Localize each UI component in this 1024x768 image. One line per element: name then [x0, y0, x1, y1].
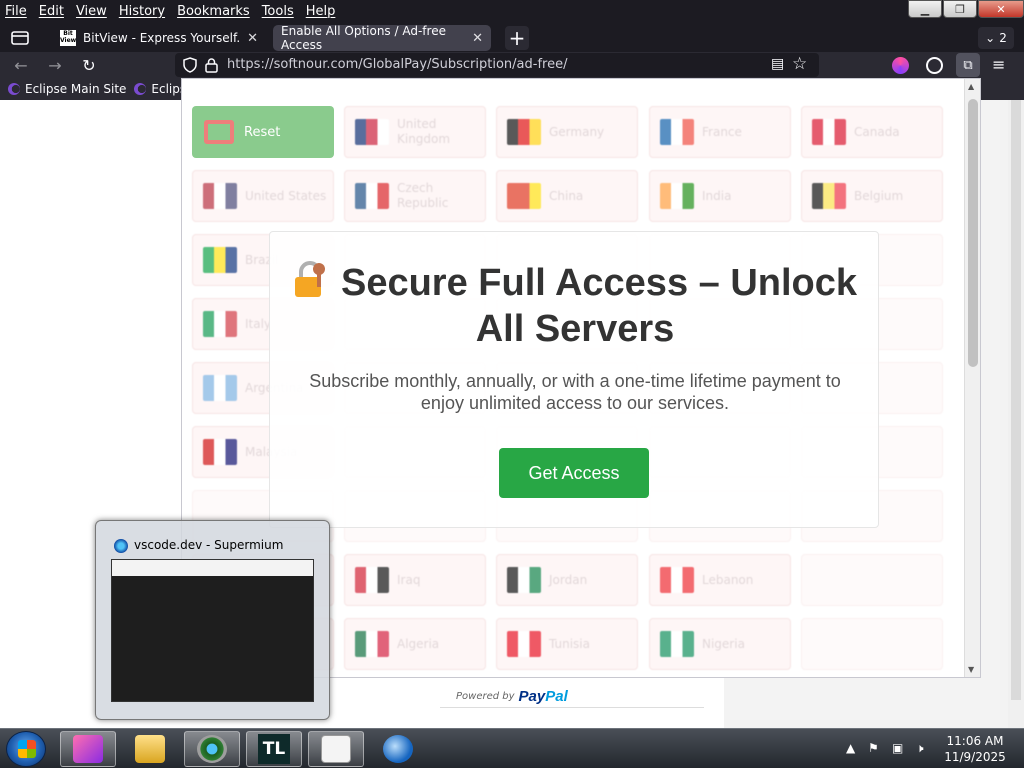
taskbar: TL ▲ ⚑ ▣ 🕨 11:06 AM 11/9/2025: [0, 728, 1024, 768]
menu-view[interactable]: View: [70, 4, 113, 19]
taskbar-chromium[interactable]: [184, 731, 240, 767]
bitview-favicon: Bit View: [60, 30, 77, 46]
purple-app-icon: [73, 735, 103, 763]
page-divider: [440, 707, 704, 708]
scroll-down-icon[interactable]: ▼: [968, 665, 974, 674]
lock-icon: [205, 58, 218, 73]
tab-overflow-button[interactable]: ⌄ 2: [978, 27, 1014, 49]
app-menu-icon[interactable]: ≡: [992, 55, 1005, 74]
tab-count: 2: [999, 31, 1007, 45]
tab-bar: Bit View BitView - Express Yourself. ✕ E…: [0, 22, 1024, 52]
taskbar-java[interactable]: [308, 731, 364, 767]
preview-title: vscode.dev - Supermium: [134, 538, 284, 552]
folder-icon: [135, 735, 165, 763]
powered-by-paypal: Powered by PayPal: [456, 688, 568, 705]
eclipse-icon: [8, 83, 20, 95]
show-hidden-icons-icon[interactable]: ▲: [846, 741, 860, 755]
menu-file[interactable]: File: [0, 4, 33, 19]
window-controls: ▁ ❐ ✕: [907, 0, 1024, 20]
navigation-toolbar: ← → ↻ https://softnour.com/GlobalPay/Sub…: [0, 52, 1024, 78]
account-icon[interactable]: [926, 57, 943, 74]
tab-title: Enable All Options / Ad-free Access: [281, 24, 446, 52]
system-tray: ▲ ⚑ ▣ 🕨 11:06 AM 11/9/2025: [840, 729, 1024, 768]
bookmark-eclipse-main[interactable]: Eclipse Main Site: [4, 82, 130, 96]
tab-list-icon: [11, 31, 29, 45]
arrow-right-icon: →: [48, 55, 62, 75]
eclipse-icon: [134, 83, 147, 95]
menu-bookmarks[interactable]: Bookmarks: [171, 4, 256, 19]
taskbar-browser[interactable]: [370, 731, 426, 767]
modal-title: Secure Full Access – Unlock All Servers: [270, 260, 880, 352]
tab-title: BitView - Express Yourself.: [83, 31, 241, 45]
supermium-icon: [114, 539, 128, 553]
maximize-button[interactable]: ❐: [943, 0, 977, 18]
menu-bar: File Edit View History Bookmarks Tools H…: [0, 0, 1024, 22]
url-text: https://softnour.com/GlobalPay/Subscript…: [227, 57, 568, 72]
popup-scrollbar[interactable]: ▲ ▼: [964, 79, 980, 677]
page-scroll-thumb[interactable]: [1011, 100, 1021, 700]
modal-subtitle: Subscribe monthly, annually, or with a o…: [309, 371, 841, 413]
shield-icon: [183, 57, 197, 73]
chromium-icon: [197, 735, 227, 763]
get-access-button[interactable]: Get Access: [499, 448, 649, 498]
volume-muted-icon[interactable]: 🕨: [916, 741, 930, 755]
tab-bitview[interactable]: Bit View BitView - Express Yourself. ✕: [52, 25, 266, 51]
close-tab-icon[interactable]: ✕: [472, 31, 483, 46]
tl-app-icon: TL: [258, 734, 290, 764]
reload-button[interactable]: ↻: [78, 54, 100, 76]
address-bar[interactable]: https://softnour.com/GlobalPay/Subscript…: [175, 53, 819, 77]
extension-icon[interactable]: [892, 57, 909, 74]
menu-edit[interactable]: Edit: [33, 4, 70, 19]
taskbar-tl[interactable]: TL: [246, 731, 302, 767]
list-all-tabs-button[interactable]: [6, 26, 34, 50]
taskbar-explorer[interactable]: [122, 731, 178, 767]
restore-icon: ❐: [955, 2, 965, 16]
popup-scroll-thumb[interactable]: [968, 99, 978, 367]
reload-icon: ↻: [82, 55, 96, 75]
page-scrollbar[interactable]: [1008, 100, 1024, 728]
java-icon: [321, 735, 351, 763]
access-modal: Secure Full Access – Unlock All Servers …: [269, 231, 879, 528]
clock-time: 11:06 AM: [946, 734, 1004, 748]
extensions-puzzle-icon[interactable]: ⧉: [956, 53, 980, 77]
reader-view-icon[interactable]: ▤: [771, 56, 784, 72]
browser-icon: [383, 735, 413, 763]
paypal-logo: PayPal: [518, 688, 568, 705]
back-button[interactable]: ←: [10, 54, 32, 76]
tab-enable-options[interactable]: Enable All Options / Ad-free Access ✕: [273, 24, 491, 52]
preview-window-image: [111, 559, 314, 702]
network-icon[interactable]: ▣: [892, 741, 906, 755]
chevron-down-icon: ⌄: [985, 31, 996, 45]
flag-icon[interactable]: ⚑: [868, 741, 882, 755]
arrow-left-icon: ←: [14, 55, 28, 75]
menu-tools[interactable]: Tools: [256, 4, 300, 19]
menu-help[interactable]: Help: [300, 4, 342, 19]
menu-history[interactable]: History: [113, 4, 171, 19]
locked-padlock-icon: [293, 261, 327, 299]
start-button[interactable]: [6, 731, 46, 767]
new-tab-button[interactable]: +: [505, 26, 529, 50]
close-icon: ✕: [996, 2, 1006, 16]
close-window-button[interactable]: ✕: [978, 0, 1024, 18]
windows-logo-icon: [18, 740, 36, 758]
taskbar-app-purple[interactable]: [60, 731, 116, 767]
modal-title-text: Secure Full Access – Unlock All Servers: [340, 262, 858, 350]
minimize-button[interactable]: ▁: [908, 0, 942, 18]
clock-date: 11/9/2025: [944, 750, 1006, 764]
forward-button[interactable]: →: [44, 54, 66, 76]
bookmark-star-icon[interactable]: ☆: [792, 54, 807, 74]
scroll-up-icon[interactable]: ▲: [968, 82, 974, 91]
bookmark-label: Eclipse Main Site: [25, 82, 127, 96]
clock[interactable]: 11:06 AM 11/9/2025: [940, 733, 1010, 765]
plus-icon: +: [508, 26, 526, 50]
taskbar-thumbnail-preview[interactable]: vscode.dev - Supermium: [95, 520, 330, 720]
minimize-icon: ▁: [920, 2, 930, 16]
powered-by-label: Powered by: [456, 691, 515, 702]
close-tab-icon[interactable]: ✕: [247, 31, 258, 46]
